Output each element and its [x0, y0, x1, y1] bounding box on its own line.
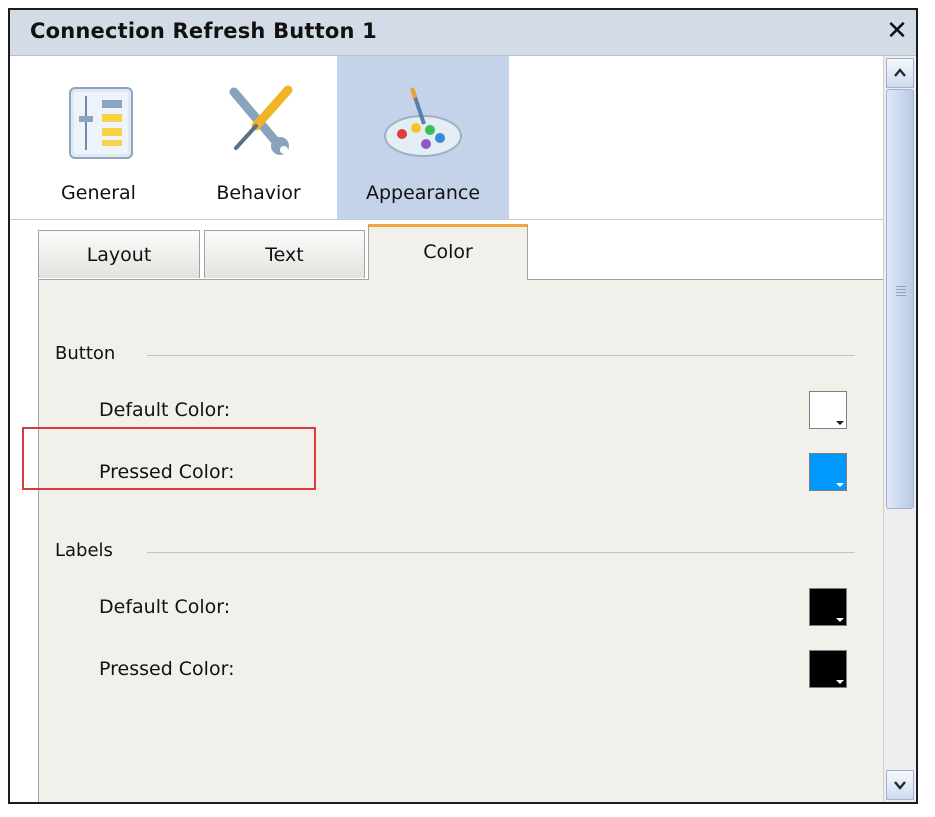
labels-default-color-label: Default Color: [99, 596, 231, 618]
category-behavior[interactable]: Behavior [200, 56, 317, 219]
content-area: Layout Text Color Button Default Color: … [10, 220, 886, 802]
grip-icon [896, 286, 906, 298]
paint-palette-icon [384, 87, 462, 157]
scroll-thumb[interactable] [886, 89, 914, 509]
tab-layout[interactable]: Layout [38, 230, 200, 278]
title-bar: Connection Refresh Button 1 ✕ [10, 10, 916, 56]
color-tab-page: Button Default Color: Pressed Color: Lab… [38, 279, 886, 802]
properties-panel: Connection Refresh Button 1 ✕ General Be… [8, 8, 918, 804]
labels-default-color-picker[interactable] [809, 588, 847, 626]
category-appearance-label: Appearance [365, 182, 481, 204]
category-appearance[interactable]: Appearance [337, 56, 509, 219]
button-section-title: Button [55, 343, 128, 364]
labels-pressed-color-label: Pressed Color: [99, 658, 235, 680]
labels-pressed-color-picker[interactable] [809, 650, 847, 688]
tab-text[interactable]: Text [204, 230, 365, 278]
tab-color[interactable]: Color [368, 224, 528, 280]
general-settings-icon [68, 87, 133, 159]
category-general-label: General [61, 182, 136, 204]
labels-section-divider [147, 552, 855, 553]
button-default-color-label: Default Color: [99, 399, 231, 421]
chevron-up-icon [894, 68, 906, 77]
chevron-down-icon [836, 680, 844, 684]
vertical-scrollbar[interactable] [883, 56, 916, 802]
chevron-down-icon [836, 618, 844, 622]
category-general[interactable]: General [40, 56, 157, 219]
category-bar: General Behavior Appearance [10, 56, 886, 220]
close-icon[interactable]: ✕ [880, 14, 914, 48]
chevron-down-icon [894, 781, 906, 790]
category-behavior-label: Behavior [216, 182, 301, 204]
button-pressed-color-picker[interactable] [809, 453, 847, 491]
chevron-down-icon [836, 483, 844, 487]
scroll-down-button[interactable] [886, 770, 914, 800]
chevron-down-icon [836, 421, 844, 425]
button-pressed-color-label: Pressed Color: [99, 461, 235, 483]
panel-title: Connection Refresh Button 1 [30, 19, 377, 43]
labels-section-title: Labels [55, 540, 125, 561]
button-default-color-picker[interactable] [809, 391, 847, 429]
scroll-up-button[interactable] [886, 58, 914, 88]
wrench-screwdriver-icon [229, 85, 292, 155]
tab-strip: Layout Text Color [10, 220, 886, 280]
button-section-divider [147, 355, 855, 356]
